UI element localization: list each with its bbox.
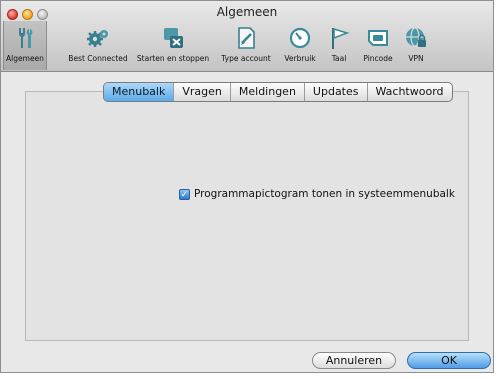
window-title: Algemeen bbox=[216, 5, 278, 19]
flag-icon bbox=[332, 27, 350, 49]
tray-icon-label[interactable]: Programmapictogram tonen in systeemmenub… bbox=[194, 188, 455, 200]
toolbar-item-label: Taal bbox=[331, 54, 347, 63]
toolbar-item-verbruik[interactable]: Verbruik bbox=[282, 25, 318, 69]
start-stop-icon bbox=[164, 28, 183, 48]
document-icon bbox=[238, 27, 255, 49]
toolbar-item-label: Type account bbox=[221, 54, 271, 63]
toolbar-item-label: Best Connected bbox=[68, 54, 128, 63]
toolbar-item-taal[interactable]: Taal bbox=[326, 25, 352, 69]
tab-menubalk[interactable]: Menubalk bbox=[104, 83, 174, 101]
sim-card-icon bbox=[368, 30, 388, 46]
tab-updates[interactable]: Updates bbox=[303, 83, 367, 101]
toolbar-item-pincode[interactable]: Pincode bbox=[359, 25, 397, 69]
tray-icon-checkbox[interactable]: ✓ bbox=[179, 188, 190, 200]
toolbar: Algemeen Algemeen Best Connected Starten… bbox=[1, 1, 493, 72]
toolbar-item-vpn[interactable]: VPN bbox=[403, 25, 429, 69]
toolbar-item-algemeen[interactable]: Algemeen bbox=[3, 21, 47, 70]
toolbar-item-label: Algemeen bbox=[6, 54, 44, 63]
tab-meldingen[interactable]: Meldingen bbox=[229, 83, 304, 101]
toolbar-item-best-connected[interactable]: Best Connected bbox=[67, 25, 129, 69]
toolbar-item-label: Pincode bbox=[363, 54, 393, 63]
vpn-globe-icon bbox=[406, 27, 426, 47]
ok-button[interactable]: OK bbox=[407, 352, 491, 369]
tab-wachtwoord[interactable]: Wachtwoord bbox=[366, 83, 452, 101]
toolbar-item-label: Starten en stoppen bbox=[136, 54, 210, 63]
tab-vragen[interactable]: Vragen bbox=[173, 83, 230, 101]
title-bar: Algemeen bbox=[1, 1, 493, 21]
cancel-button[interactable]: Annuleren bbox=[312, 352, 396, 369]
toolbar-item-label: Verbruik bbox=[284, 54, 316, 63]
tab-bar: Menubalk Vragen Meldingen Updates Wachtw… bbox=[103, 82, 453, 102]
gauge-icon bbox=[289, 27, 311, 49]
tray-icon-option[interactable]: ✓ Programmapictogram tonen in systeemmen… bbox=[179, 188, 455, 200]
preferences-window: Algemeen Algemeen Best Connected Starten… bbox=[0, 0, 494, 373]
toolbar-item-starten-en-stoppen[interactable]: Starten en stoppen bbox=[136, 25, 210, 69]
toolbar-item-type-account[interactable]: Type account bbox=[219, 25, 273, 69]
tab-panel bbox=[25, 91, 469, 341]
gears-icon bbox=[87, 30, 108, 47]
toolbar-item-label: VPN bbox=[408, 54, 424, 63]
tools-icon bbox=[19, 28, 33, 48]
